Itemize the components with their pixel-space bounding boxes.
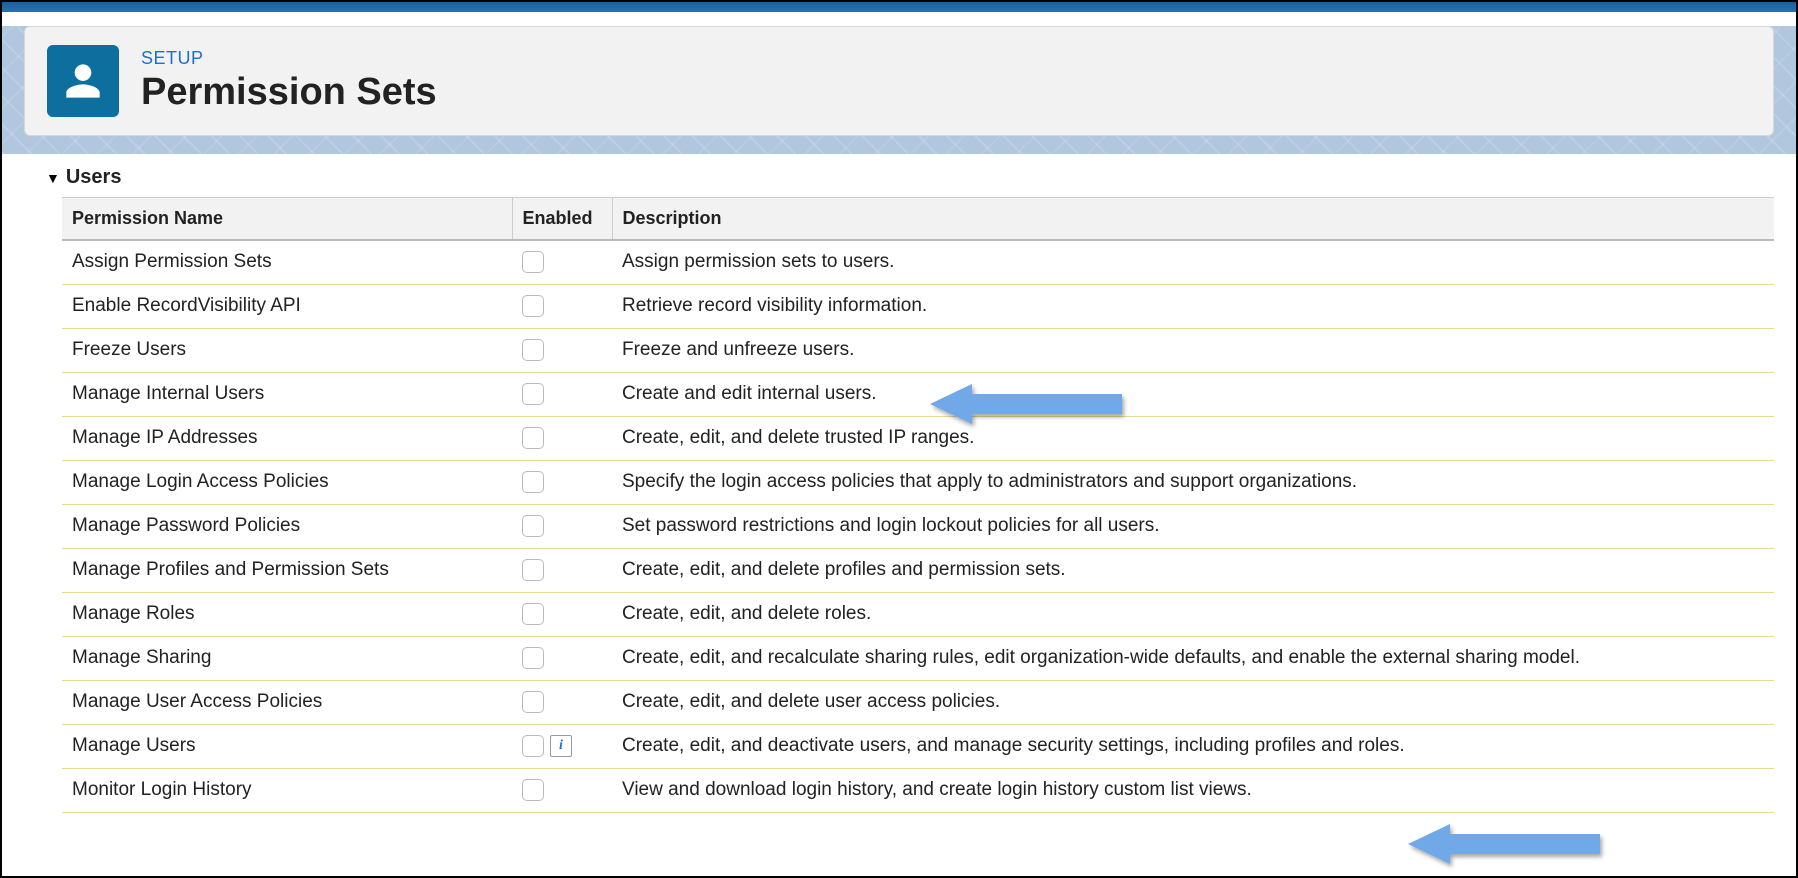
enabled-checkbox[interactable]: [522, 251, 544, 273]
permission-enabled-cell: [512, 372, 612, 416]
column-header-enabled: Enabled: [512, 198, 612, 241]
enabled-checkbox[interactable]: [522, 427, 544, 449]
table-row: Monitor Login History View and download l…: [62, 768, 1774, 812]
section-title: Users: [66, 166, 122, 189]
page-header-card: SETUP Permission Sets: [24, 26, 1774, 136]
table-row: Manage Login Access Policies Specify the …: [62, 460, 1774, 504]
permission-enabled-cell: [512, 592, 612, 636]
permission-name: Manage Roles: [62, 592, 512, 636]
permission-name: Manage Users: [62, 724, 512, 768]
permission-enabled-cell: [512, 548, 612, 592]
enabled-checkbox[interactable]: [522, 779, 544, 801]
permission-enabled-cell: [512, 460, 612, 504]
enabled-checkbox[interactable]: [522, 339, 544, 361]
chevron-down-icon: ▼: [46, 170, 60, 186]
permission-description: Create, edit, and delete profiles and pe…: [612, 548, 1774, 592]
column-header-name: Permission Name: [62, 198, 512, 241]
section-toggle-users[interactable]: ▼ Users: [24, 160, 1774, 197]
permission-enabled-cell: [512, 416, 612, 460]
enabled-checkbox[interactable]: [522, 515, 544, 537]
permission-description: Create, edit, and delete user access pol…: [612, 680, 1774, 724]
table-row: Manage Profiles and Permission Sets Creat…: [62, 548, 1774, 592]
table-row: Manage IP Addresses Create, edit, and del…: [62, 416, 1774, 460]
permission-enabled-cell: [512, 284, 612, 328]
enabled-checkbox[interactable]: [522, 735, 544, 757]
permission-enabled-cell: [512, 636, 612, 680]
info-icon[interactable]: i: [550, 735, 572, 757]
permissions-table: Permission Name Enabled Description Assi…: [62, 197, 1774, 813]
permission-name: Manage Login Access Policies: [62, 460, 512, 504]
permission-enabled-cell: [512, 328, 612, 372]
permission-enabled-cell: i: [512, 724, 612, 768]
permission-name: Manage Password Policies: [62, 504, 512, 548]
permission-description: Freeze and unfreeze users.: [612, 328, 1774, 372]
table-row: Freeze Users Freeze and unfreeze users.: [62, 328, 1774, 372]
permission-enabled-cell: [512, 504, 612, 548]
user-icon: [47, 45, 119, 117]
permission-name: Manage Profiles and Permission Sets: [62, 548, 512, 592]
permission-description: Retrieve record visibility information.: [612, 284, 1774, 328]
table-row: Manage Roles Create, edit, and delete rol…: [62, 592, 1774, 636]
permission-description: Set password restrictions and login lock…: [612, 504, 1774, 548]
enabled-checkbox[interactable]: [522, 603, 544, 625]
permission-enabled-cell: [512, 680, 612, 724]
page-title: Permission Sets: [141, 71, 437, 114]
permission-name: Manage IP Addresses: [62, 416, 512, 460]
permission-description: View and download login history, and cre…: [612, 768, 1774, 812]
enabled-checkbox[interactable]: [522, 691, 544, 713]
permission-description: Create, edit, and deactivate users, and …: [612, 724, 1774, 768]
permission-name: Manage Internal Users: [62, 372, 512, 416]
permission-name: Assign Permission Sets: [62, 240, 512, 284]
permission-description: Create, edit, and recalculate sharing ru…: [612, 636, 1774, 680]
permission-description: Create and edit internal users.: [612, 372, 1774, 416]
page-eyebrow: SETUP: [141, 48, 437, 69]
permission-enabled-cell: [512, 240, 612, 284]
table-row: Manage Sharing Create, edit, and recalcul…: [62, 636, 1774, 680]
window-title-bar: [2, 2, 1796, 12]
enabled-checkbox[interactable]: [522, 383, 544, 405]
header-region: SETUP Permission Sets: [2, 26, 1796, 154]
annotation-arrow: [1400, 822, 1610, 872]
table-row: Assign Permission Sets Assign permission …: [62, 240, 1774, 284]
enabled-checkbox[interactable]: [522, 559, 544, 581]
enabled-checkbox[interactable]: [522, 647, 544, 669]
permission-name: Monitor Login History: [62, 768, 512, 812]
table-row: Manage Internal Users Create and edit int…: [62, 372, 1774, 416]
permission-name: Manage User Access Policies: [62, 680, 512, 724]
column-header-description: Description: [612, 198, 1774, 241]
permission-description: Specify the login access policies that a…: [612, 460, 1774, 504]
enabled-checkbox[interactable]: [522, 295, 544, 317]
permission-name: Enable RecordVisibility API: [62, 284, 512, 328]
permission-enabled-cell: [512, 768, 612, 812]
table-row: Manage Users i Create, edit, and deactivat…: [62, 724, 1774, 768]
table-row: Manage User Access Policies Create, edit,…: [62, 680, 1774, 724]
permission-name: Freeze Users: [62, 328, 512, 372]
table-row: Enable RecordVisibility API Retrieve reco…: [62, 284, 1774, 328]
permission-description: Assign permission sets to users.: [612, 240, 1774, 284]
table-row: Manage Password Policies Set password res…: [62, 504, 1774, 548]
permission-name: Manage Sharing: [62, 636, 512, 680]
enabled-checkbox[interactable]: [522, 471, 544, 493]
permission-description: Create, edit, and delete roles.: [612, 592, 1774, 636]
permission-description: Create, edit, and delete trusted IP rang…: [612, 416, 1774, 460]
